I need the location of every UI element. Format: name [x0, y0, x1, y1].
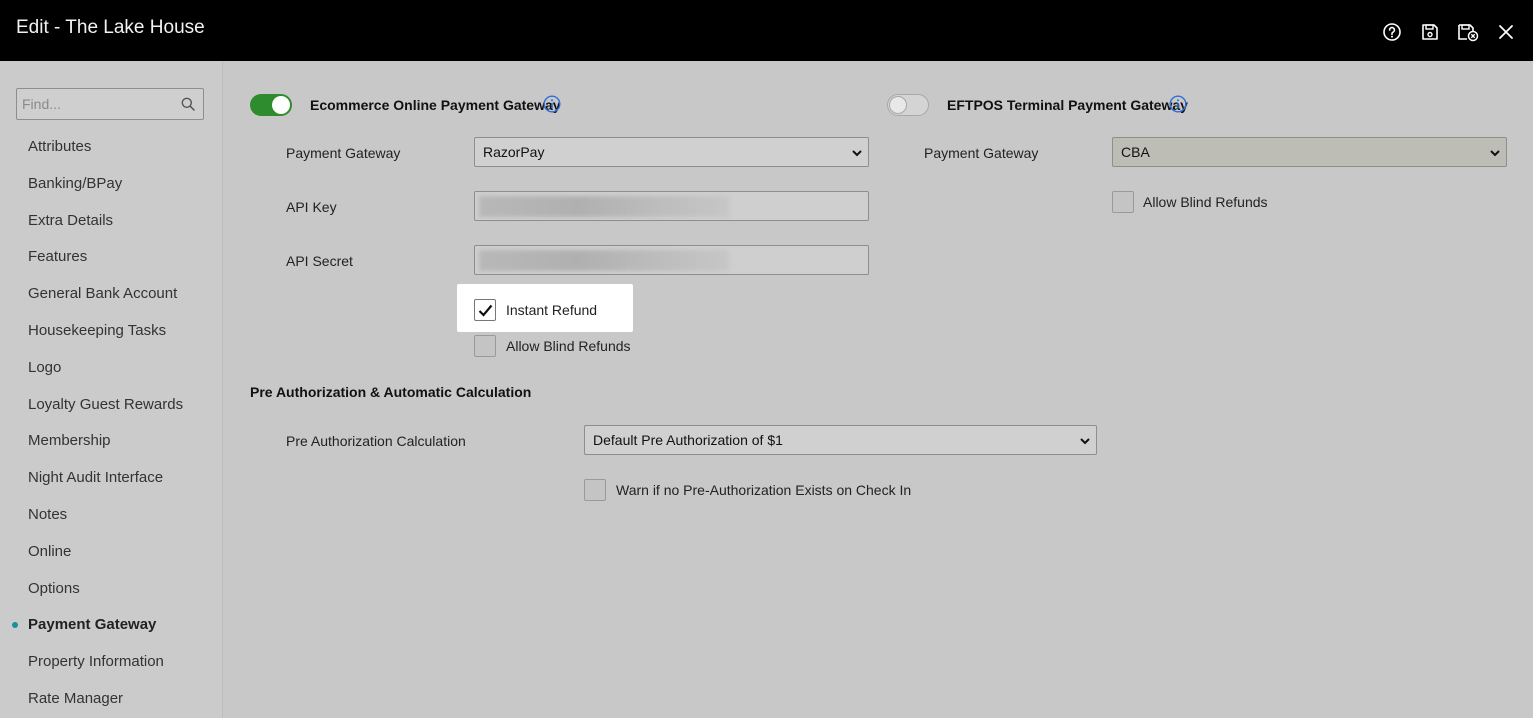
- allow-blind-refunds-checkbox[interactable]: [474, 335, 496, 357]
- search-box: [16, 88, 204, 120]
- ecommerce-toggle[interactable]: [250, 94, 292, 116]
- sidebar-item-notes[interactable]: Notes: [0, 503, 223, 540]
- api-key-field[interactable]: [474, 191, 869, 221]
- sidebar-item-label: General Bank Account: [28, 285, 178, 303]
- instant-refund-label: Instant Refund: [506, 302, 598, 318]
- payment-gateway-label: Payment Gateway: [286, 145, 401, 161]
- eftpos-allow-blind-refunds-label: Allow Blind Refunds: [1143, 194, 1268, 210]
- sidebar-item-extra-details[interactable]: Extra Details: [0, 209, 223, 246]
- redacted-value: [479, 250, 729, 271]
- sidebar-item-label: Extra Details: [28, 211, 114, 229]
- search-input[interactable]: [17, 89, 203, 119]
- sidebar-nav: Attributes Banking/BPay Extra Details Fe…: [0, 135, 223, 718]
- redacted-value: [479, 196, 729, 217]
- save-close-icon[interactable]: [1455, 20, 1481, 44]
- info-icon[interactable]: [1169, 95, 1187, 113]
- chevron-down-icon: [851, 146, 863, 162]
- sidebar-item-housekeeping-tasks[interactable]: Housekeeping Tasks: [0, 319, 223, 356]
- sidebar-item-logo[interactable]: Logo: [0, 356, 223, 393]
- help-icon[interactable]: [1379, 20, 1405, 44]
- toggle-knob: [889, 96, 907, 114]
- warn-preauth-label: Warn if no Pre-Authorization Exists on C…: [616, 482, 912, 498]
- preauth-calc-select[interactable]: Default Pre Authorization of $1: [584, 425, 1097, 455]
- chevron-down-icon: [1489, 146, 1501, 162]
- sidebar-item-general-bank-account[interactable]: General Bank Account: [0, 282, 223, 319]
- api-secret-field[interactable]: [474, 245, 869, 275]
- eftpos-allow-blind-refunds-checkbox[interactable]: [1112, 191, 1134, 213]
- save-icon[interactable]: [1417, 20, 1443, 44]
- payment-gateway-select[interactable]: RazorPay: [474, 137, 869, 167]
- eftpos-toggle[interactable]: [887, 94, 929, 116]
- instant-refund-checkbox[interactable]: [474, 299, 496, 321]
- sidebar-item-label: Membership: [28, 432, 111, 450]
- chevron-down-icon: [1079, 434, 1091, 450]
- eftpos-payment-gateway-select[interactable]: CBA: [1112, 137, 1507, 167]
- sidebar-item-label: Logo: [28, 358, 62, 376]
- main-panel: Ecommerce Online Payment Gateway Payment…: [223, 61, 1533, 718]
- sidebar-item-loyalty-guest-rewards[interactable]: Loyalty Guest Rewards: [0, 393, 223, 430]
- sidebar-item-night-audit-interface[interactable]: Night Audit Interface: [0, 466, 223, 503]
- sidebar-item-attributes[interactable]: Attributes: [0, 135, 223, 172]
- eftpos-payment-gateway-label: Payment Gateway: [924, 145, 1039, 161]
- sidebar-item-label: Property Information: [28, 653, 164, 671]
- sidebar-item-label: Payment Gateway: [28, 616, 157, 634]
- eftpos-title: EFTPOS Terminal Payment Gateway: [947, 97, 1188, 113]
- sidebar-item-label: Online: [28, 542, 72, 560]
- warn-preauth-checkbox[interactable]: [584, 479, 606, 501]
- checkmark-icon: [478, 304, 493, 317]
- search-icon[interactable]: [181, 97, 195, 116]
- toolbar: [1379, 20, 1519, 44]
- api-secret-label: API Secret: [286, 253, 353, 269]
- sidebar: Attributes Banking/BPay Extra Details Fe…: [0, 61, 223, 718]
- payment-gateway-value: RazorPay: [483, 144, 545, 160]
- title-bar: Edit - The Lake House: [0, 0, 1533, 61]
- sidebar-item-banking-bpay[interactable]: Banking/BPay: [0, 172, 223, 209]
- preauth-calc-label: Pre Authorization Calculation: [286, 433, 466, 449]
- ecommerce-title: Ecommerce Online Payment Gateway: [310, 97, 561, 113]
- sidebar-item-features[interactable]: Features: [0, 245, 223, 282]
- api-key-label: API Key: [286, 199, 337, 215]
- preauth-title: Pre Authorization & Automatic Calculatio…: [250, 384, 532, 400]
- sidebar-item-label: Loyalty Guest Rewards: [28, 395, 184, 413]
- sidebar-item-membership[interactable]: Membership: [0, 429, 223, 466]
- sidebar-item-options[interactable]: Options: [0, 577, 223, 614]
- info-icon[interactable]: [543, 95, 561, 113]
- sidebar-item-online[interactable]: Online: [0, 540, 223, 577]
- sidebar-item-label: Notes: [28, 505, 68, 523]
- active-indicator: [12, 622, 18, 629]
- sidebar-item-label: Banking/BPay: [28, 174, 123, 192]
- close-icon[interactable]: [1493, 20, 1519, 44]
- sidebar-item-label: Options: [28, 579, 80, 597]
- sidebar-item-label: Rate Manager: [28, 689, 124, 707]
- allow-blind-refunds-label: Allow Blind Refunds: [506, 338, 631, 354]
- window-title: Edit - The Lake House: [16, 17, 205, 38]
- sidebar-item-label: Attributes: [28, 138, 92, 155]
- sidebar-item-label: Housekeeping Tasks: [28, 321, 167, 339]
- sidebar-item-rate-manager[interactable]: Rate Manager: [0, 687, 223, 718]
- eftpos-payment-gateway-value: CBA: [1121, 144, 1150, 160]
- preauth-calc-value: Default Pre Authorization of $1: [593, 432, 783, 448]
- sidebar-item-label: Night Audit Interface: [28, 469, 164, 487]
- sidebar-item-label: Features: [28, 248, 88, 266]
- sidebar-item-payment-gateway[interactable]: Payment Gateway: [0, 613, 223, 650]
- sidebar-item-property-information[interactable]: Property Information: [0, 650, 223, 687]
- toggle-knob: [272, 96, 290, 114]
